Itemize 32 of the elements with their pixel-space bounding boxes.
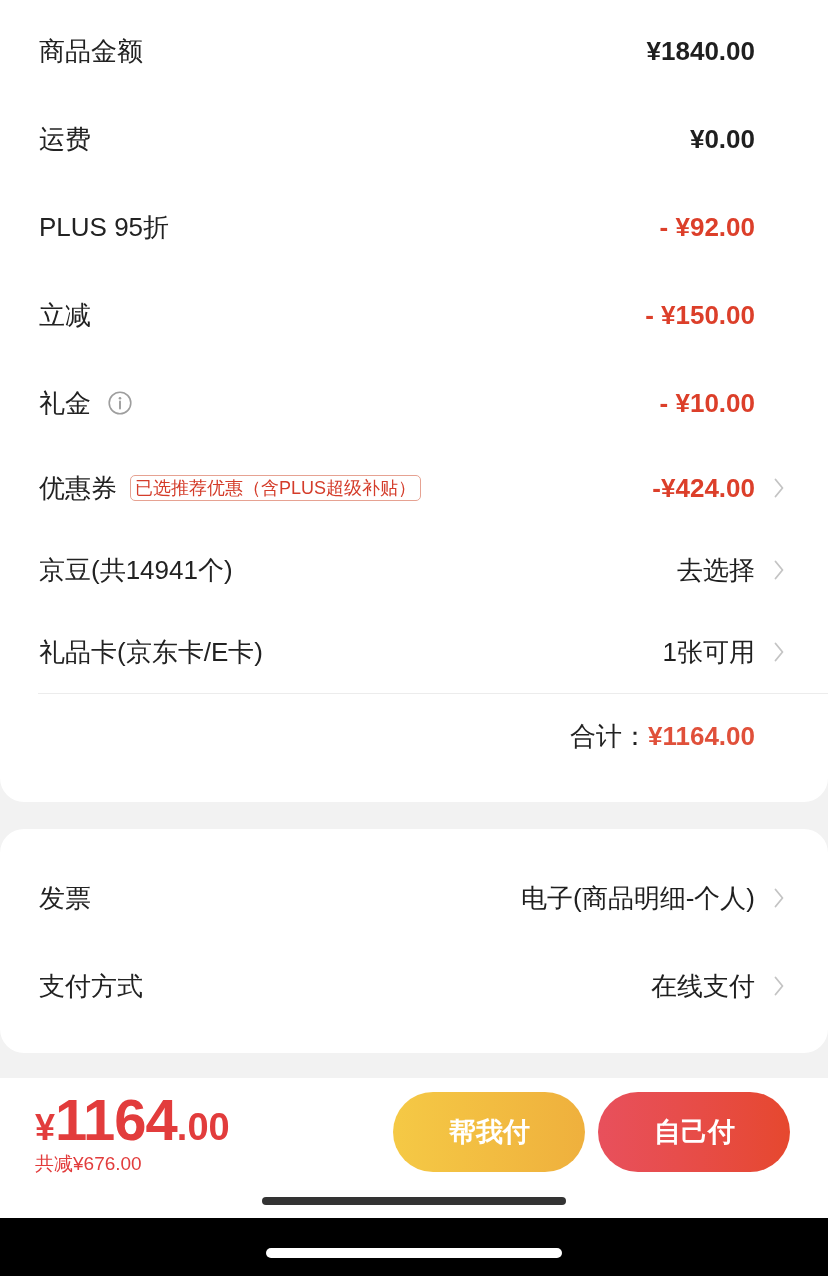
option-value[interactable]: 电子(商品明细-个人)	[521, 885, 755, 911]
option-value[interactable]: 1张可用	[662, 639, 755, 665]
amount-value: - ¥150.00	[645, 302, 755, 328]
amount-value: - ¥92.00	[659, 214, 755, 240]
row-label: 发票	[39, 885, 91, 911]
row-label: PLUS 95折	[39, 214, 170, 240]
total-amount: ¥1164.00	[648, 723, 755, 749]
row-label: 礼金	[39, 390, 91, 416]
savings-text: 共减¥676.00	[35, 1154, 143, 1173]
row-label: 优惠券	[39, 475, 117, 501]
chevron-right-icon[interactable]	[774, 478, 784, 498]
option-value[interactable]: 在线支付	[651, 973, 755, 999]
amount-value: - ¥10.00	[659, 390, 755, 416]
row-label: 商品金额	[39, 38, 143, 64]
chevron-right-icon[interactable]	[774, 976, 784, 996]
row-label: 运费	[39, 126, 91, 152]
chevron-right-icon[interactable]	[774, 642, 784, 662]
row-label: 支付方式	[39, 973, 143, 999]
info-icon[interactable]	[108, 391, 132, 415]
row-label: 立减	[39, 302, 91, 328]
coupon-tag: 已选推荐优惠（含PLUS超级补贴）	[130, 475, 422, 501]
total-price: ¥1164.00	[35, 1091, 230, 1149]
pay-button[interactable]: 自己付	[598, 1092, 790, 1172]
row-label: 京豆(共14941个)	[39, 557, 233, 583]
chevron-right-icon[interactable]	[774, 560, 784, 580]
option-value[interactable]: -¥424.00	[652, 475, 755, 501]
amount-value: ¥1840.00	[646, 38, 755, 64]
option-value[interactable]: 去选择	[677, 557, 755, 583]
chevron-right-icon[interactable]	[774, 888, 784, 908]
row-label: 礼品卡(京东卡/E卡)	[39, 639, 263, 665]
amount-value: ¥0.00	[689, 126, 755, 152]
total-label: 合计：	[570, 723, 648, 749]
